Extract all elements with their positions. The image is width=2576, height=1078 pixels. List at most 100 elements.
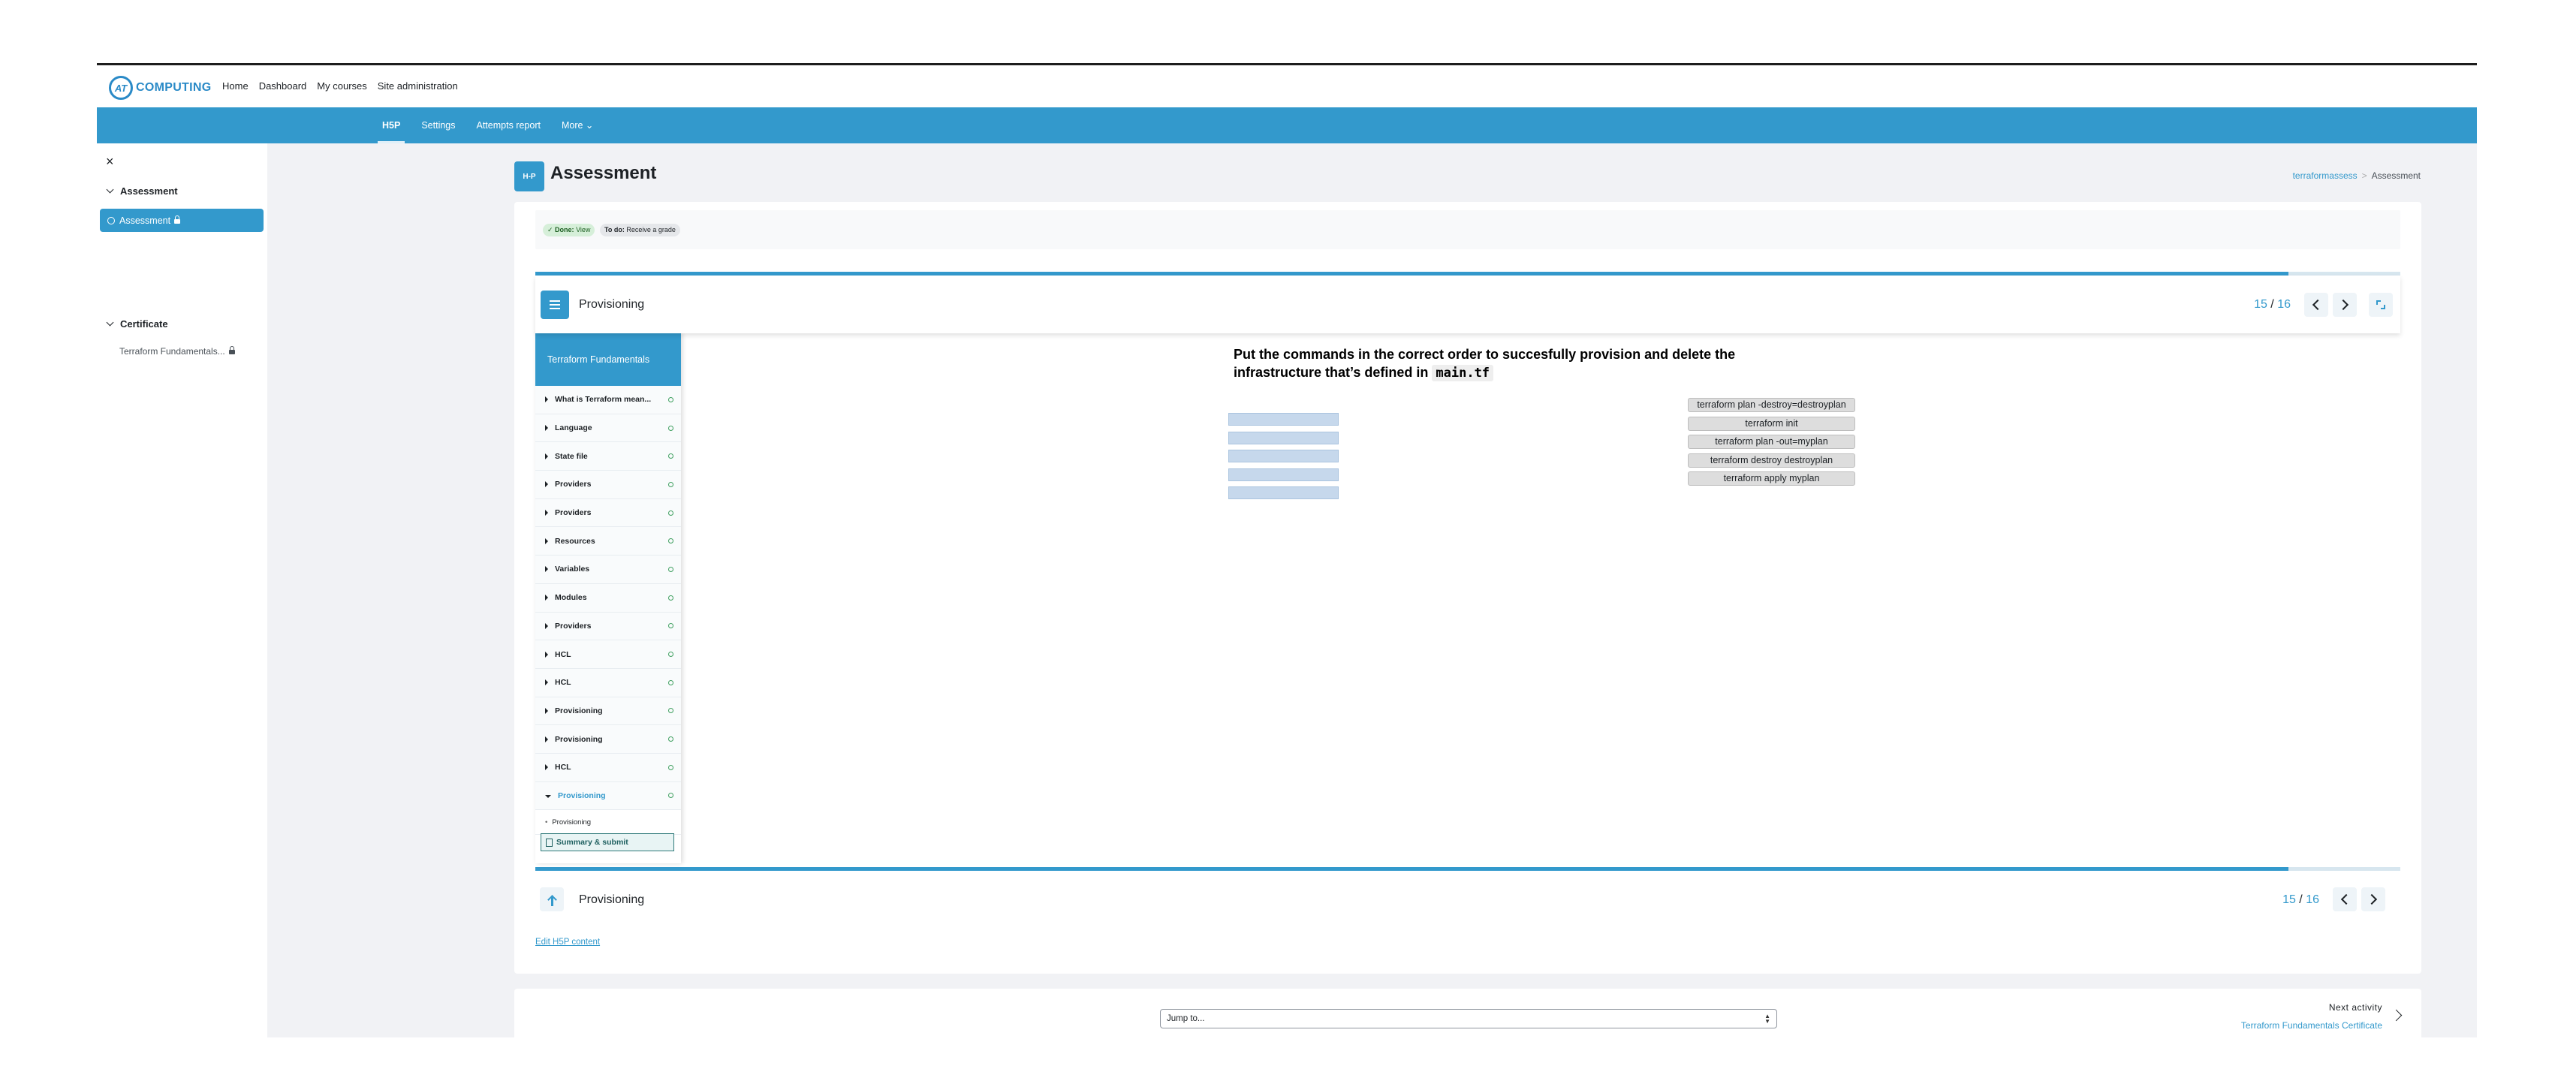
summary-submit-button[interactable]: Summary & submit: [541, 833, 674, 851]
dropzone[interactable]: [1228, 450, 1339, 462]
dropzone[interactable]: [1228, 486, 1339, 499]
main-content: H‑P Assessment terraformassess > Assessm…: [267, 143, 2477, 1037]
toc-title: Terraform Fundamentals: [535, 333, 681, 386]
toc-chapter-label: HCL: [555, 763, 571, 772]
completion-todo-badge: To do: Receive a grade: [600, 224, 680, 236]
tab-attempts-report[interactable]: Attempts report: [466, 107, 551, 143]
caret-right-icon: [545, 622, 548, 629]
chapter-status-icon: [668, 679, 673, 685]
tab-more[interactable]: More ⌄: [551, 107, 604, 143]
toc-chapter-item[interactable]: Provisioning: [535, 725, 681, 754]
toc-chapter-label: HCL: [555, 649, 571, 659]
h5p-activity-icon: H‑P: [514, 161, 544, 191]
back-to-top-button[interactable]: [540, 887, 564, 911]
toc-chapter-item[interactable]: Modules: [535, 583, 681, 613]
draggable-command[interactable]: terraform destroy destroyplan: [1688, 453, 1855, 468]
next-activity: Next activity Terraform Fundamentals Cer…: [2241, 1002, 2382, 1031]
nav-dashboard[interactable]: Dashboard: [259, 80, 307, 92]
toc-chapter-label: State file: [555, 451, 588, 461]
footer-next-page-button[interactable]: [2361, 887, 2385, 911]
nav-home[interactable]: Home: [222, 80, 249, 92]
site-logo[interactable]: AT COMPUTING: [109, 76, 211, 100]
toc-list: What is Terraform mean... Language State f…: [535, 386, 681, 811]
toc-chapter-item[interactable]: What is Terraform mean...: [535, 386, 681, 414]
primary-navigation: Home Dashboard My courses Site administr…: [222, 80, 458, 92]
caret-right-icon: [545, 764, 548, 771]
question-code: main.tf: [1432, 365, 1494, 381]
close-drawer-icon[interactable]: ×: [106, 154, 114, 170]
draggable-command[interactable]: terraform plan -out=myplan: [1688, 435, 1855, 449]
fullscreen-button[interactable]: [2369, 293, 2393, 317]
drawer-item-assessment[interactable]: Assessment: [100, 209, 264, 232]
select-arrows-icon: ▲ ▼: [1764, 1013, 1770, 1025]
toc-chapter-item[interactable]: Providers: [535, 471, 681, 499]
course-index-drawer: × Assessment Assessment Certificate Terr…: [97, 143, 268, 1037]
logo-text: COMPUTING: [136, 81, 212, 94]
toc-chapter-item[interactable]: Provisioning: [535, 697, 681, 726]
chapter-status-icon: [668, 708, 673, 714]
toc-chapter-item[interactable]: Resources: [535, 527, 681, 556]
toc-chapter-item[interactable]: Providers: [535, 612, 681, 641]
toc-chapter-label: Language: [555, 423, 592, 433]
draggable-command[interactable]: terraform init: [1688, 416, 1855, 431]
question-text: Put the commands in the correct order to…: [1234, 347, 1736, 381]
toc-chapter-item[interactable]: HCL: [535, 640, 681, 669]
chevron-right-icon[interactable]: [2390, 1009, 2403, 1022]
caret-right-icon: [545, 396, 548, 403]
previous-page-button[interactable]: [2304, 293, 2328, 317]
dropzone[interactable]: [1228, 413, 1339, 426]
toc-toggle-button[interactable]: [541, 291, 569, 319]
drawer-section-certificate[interactable]: Certificate: [106, 318, 168, 330]
toc-chapter-item[interactable]: State file: [535, 442, 681, 471]
tab-settings[interactable]: Settings: [411, 107, 465, 143]
toc-chapter-label: What is Terraform mean...: [555, 395, 652, 405]
toc-chapter-label: Provisioning: [558, 790, 606, 800]
nav-my-courses[interactable]: My courses: [317, 80, 366, 92]
next-page-button[interactable]: [2333, 293, 2357, 317]
chapter-status-icon: [668, 566, 673, 572]
toc-chapter-item[interactable]: Providers: [535, 498, 681, 528]
toc-chapter-item[interactable]: Provisioning: [535, 781, 681, 811]
caret-right-icon: [545, 679, 548, 686]
footer-chapter-title: Provisioning: [579, 893, 645, 906]
arrow-up-icon: [548, 896, 556, 906]
toc-chapter-item[interactable]: Variables: [535, 556, 681, 584]
breadcrumb: terraformassess > Assessment: [2293, 170, 2421, 181]
drawer-section-assessment[interactable]: Assessment: [106, 185, 178, 197]
chapter-title: Provisioning: [579, 298, 645, 311]
breadcrumb-separator-icon: >: [2361, 170, 2367, 181]
drawer-item-certificate[interactable]: Terraform Fundamentals...: [119, 346, 235, 357]
jump-to-select[interactable]: Jump to... ▲ ▼: [1160, 1009, 1777, 1028]
next-activity-label: Next activity: [2328, 1002, 2382, 1013]
footer-previous-page-button[interactable]: [2333, 887, 2357, 911]
toc-sub-item[interactable]: • Provisioning: [535, 810, 681, 836]
dropzone[interactable]: [1228, 468, 1339, 481]
completion-done-badge: ✓ Done: View: [543, 224, 595, 236]
chapter-status-icon: [668, 425, 673, 431]
chapter-status-icon: [668, 453, 673, 459]
draggable-command[interactable]: terraform plan -destroy=destroyplan: [1688, 398, 1855, 412]
toc-chapter-item[interactable]: HCL: [535, 668, 681, 697]
tab-h5p[interactable]: H5P: [372, 107, 411, 143]
next-activity-link[interactable]: Terraform Fundamentals Certificate: [2241, 1020, 2382, 1031]
chevron-left-icon: [2340, 893, 2352, 905]
edit-h5p-content-link[interactable]: Edit H5P content: [535, 938, 600, 947]
browser-frame: AT COMPUTING Home Dashboard My courses S…: [97, 63, 2477, 1037]
h5p-content-area: Terraform Fundamentals What is Terraform…: [535, 333, 2400, 863]
circle-status-icon: [107, 216, 115, 224]
chapter-status-icon: [668, 793, 673, 799]
toc-chapter-item[interactable]: HCL: [535, 753, 681, 782]
breadcrumb-link[interactable]: terraformassess: [2293, 170, 2358, 181]
toc-chapter-label: Modules: [555, 593, 587, 603]
page-title: Assessment: [550, 163, 657, 183]
caret-right-icon: [545, 707, 548, 714]
caret-right-icon: [545, 481, 548, 488]
dropzone[interactable]: [1228, 431, 1339, 444]
draggable-command[interactable]: terraform apply myplan: [1688, 471, 1855, 486]
caret-right-icon: [545, 453, 548, 459]
chapter-status-icon: [668, 396, 673, 402]
toc-chapter-item[interactable]: Language: [535, 414, 681, 443]
fullscreen-icon: [2376, 300, 2385, 309]
nav-site-administration[interactable]: Site administration: [378, 80, 458, 92]
chapter-status-icon: [668, 595, 673, 601]
